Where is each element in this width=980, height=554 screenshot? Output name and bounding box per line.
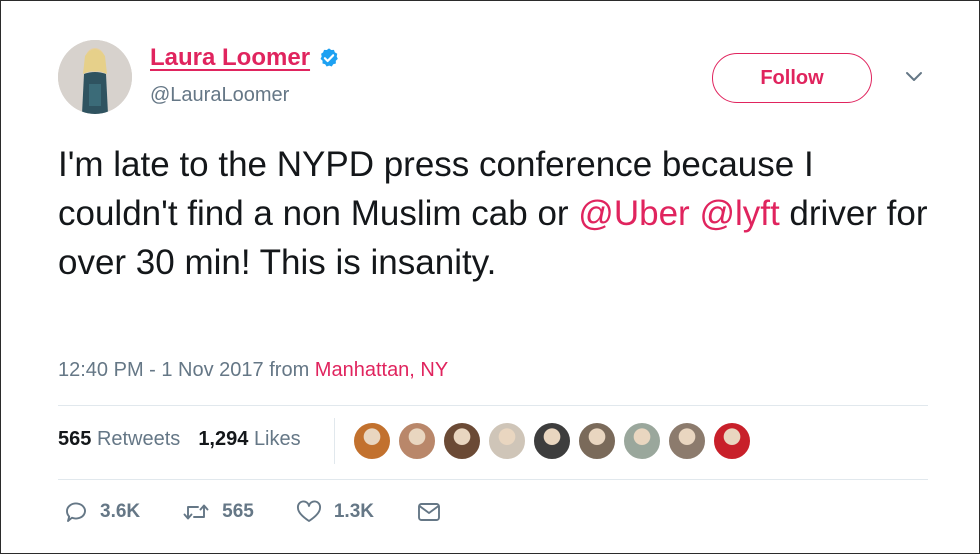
divider bbox=[58, 479, 928, 480]
liker-avatar[interactable] bbox=[352, 421, 392, 461]
like-button[interactable]: 1.3K bbox=[296, 500, 374, 524]
follow-button[interactable]: Follow bbox=[712, 53, 872, 103]
retweet-button[interactable]: 565 bbox=[182, 500, 254, 524]
like-icon bbox=[296, 500, 321, 522]
liker-avatar[interactable] bbox=[667, 421, 707, 461]
liker-avatar[interactable] bbox=[622, 421, 662, 461]
likes-label: Likes bbox=[253, 428, 301, 450]
tweet-location[interactable]: Manhattan, NY bbox=[315, 359, 448, 381]
mention-link[interactable]: @Uber bbox=[578, 194, 689, 233]
likes-stat[interactable]: 1,294 Likes bbox=[198, 428, 300, 451]
message-button[interactable] bbox=[416, 500, 454, 524]
liker-avatar[interactable] bbox=[712, 421, 752, 461]
tweet-text: I'm late to the NYPD press conference be… bbox=[58, 140, 938, 287]
likes-count: 1,294 bbox=[198, 428, 249, 450]
user-name-row: Laura Loomer bbox=[150, 44, 340, 72]
divider bbox=[58, 405, 928, 406]
reply-button[interactable]: 3.6K bbox=[64, 500, 140, 524]
mention-link[interactable]: @lyft bbox=[699, 194, 779, 233]
liker-avatar[interactable] bbox=[442, 421, 482, 461]
retweet-icon bbox=[183, 504, 209, 520]
reply-icon bbox=[66, 502, 86, 522]
user-name[interactable]: Laura Loomer bbox=[150, 44, 310, 72]
retweet-count: 565 bbox=[222, 501, 254, 522]
retweets-count: 565 bbox=[58, 428, 92, 450]
tweet-timestamp[interactable]: 12:40 PM - 1 Nov 2017 from bbox=[58, 359, 315, 381]
like-count: 1.3K bbox=[333, 501, 374, 522]
verified-badge-icon bbox=[320, 48, 338, 67]
reply-count: 3.6K bbox=[100, 501, 141, 522]
tweet-meta: 12:40 PM - 1 Nov 2017 from Manhattan, NY bbox=[58, 359, 448, 382]
liker-avatar[interactable] bbox=[532, 421, 572, 461]
user-handle[interactable]: @LauraLoomer bbox=[150, 84, 289, 107]
tweet-text-segment bbox=[690, 194, 700, 233]
avatar[interactable] bbox=[58, 40, 132, 114]
stats-separator bbox=[334, 418, 335, 464]
tweet-stats: 565 Retweets 1,294 Likes bbox=[58, 428, 319, 451]
tweet-actions: 3.6K 565 1.3K bbox=[64, 500, 496, 524]
retweets-stat[interactable]: 565 Retweets bbox=[58, 428, 180, 451]
retweets-label: Retweets bbox=[96, 428, 181, 450]
liker-avatar[interactable] bbox=[397, 421, 437, 461]
liker-avatars bbox=[352, 421, 757, 461]
chevron-down-icon[interactable] bbox=[904, 70, 924, 84]
liker-avatar[interactable] bbox=[487, 421, 527, 461]
message-icon bbox=[418, 503, 440, 521]
liker-avatar[interactable] bbox=[577, 421, 617, 461]
